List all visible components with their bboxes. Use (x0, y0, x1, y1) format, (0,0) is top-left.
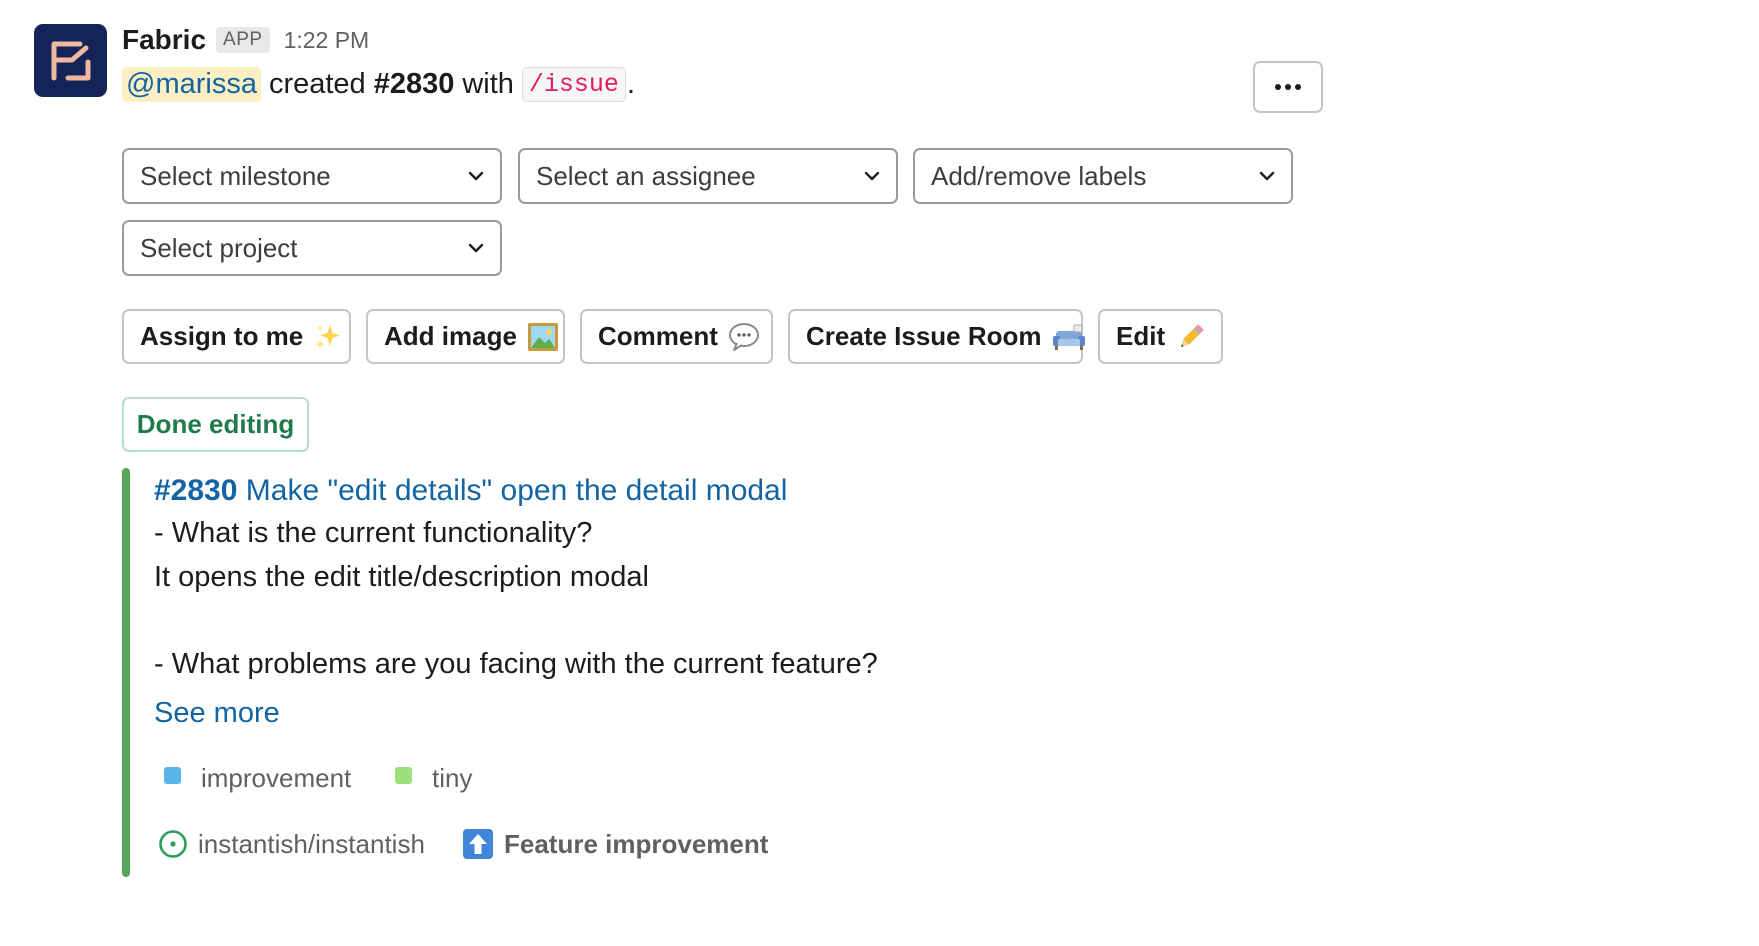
message-created-text: created (268, 67, 366, 100)
repo-name: instantish/instantish (198, 828, 425, 859)
issue-title-link[interactable]: #2830 Make "edit details" open the detai… (154, 474, 787, 508)
comment-button[interactable]: Comment (580, 309, 773, 364)
milestone-select[interactable]: Select milestone (122, 148, 502, 204)
comment-label: Comment (598, 321, 718, 351)
labels-select-label: Add/remove labels (931, 160, 1147, 191)
edit-button[interactable]: Edit (1098, 309, 1223, 364)
issue-label-name: tiny (432, 762, 473, 793)
chevron-down-icon (1259, 171, 1275, 181)
label-color-swatch (164, 766, 181, 784)
couch-icon (1052, 322, 1086, 352)
timestamp[interactable]: 1:22 PM (284, 27, 370, 54)
project-select-label: Select project (140, 232, 298, 263)
issue-body-line: It opens the edit title/description moda… (154, 561, 649, 593)
label-color-swatch (395, 766, 412, 784)
user-mention[interactable]: @marissa (122, 66, 261, 102)
issue-title-text: Make "edit details" open the detail moda… (245, 474, 788, 507)
more-actions-button[interactable] (1253, 61, 1323, 113)
issue-label: tiny (395, 760, 472, 796)
issue-type: Feature improvement (462, 825, 768, 863)
chevron-down-icon (864, 171, 880, 181)
message-with-text: with (462, 67, 514, 100)
assign-to-me-button[interactable]: Assign to me (122, 309, 351, 364)
assign-to-me-label: Assign to me (140, 321, 304, 351)
slash-command: /issue (521, 66, 626, 102)
issue-label: improvement (164, 760, 351, 796)
milestone-select-label: Select milestone (140, 160, 331, 191)
app-avatar[interactable] (34, 24, 107, 97)
edit-label: Edit (1116, 321, 1166, 351)
see-more-link[interactable]: See more (154, 697, 280, 730)
assignee-select[interactable]: Select an assignee (518, 148, 898, 204)
speech-balloon-icon (728, 322, 760, 352)
create-issue-room-label: Create Issue Room (806, 321, 1042, 351)
assignee-select-label: Select an assignee (536, 160, 756, 191)
repo-info: instantish/instantish (158, 825, 425, 863)
message-period: . (626, 67, 635, 100)
issue-type-label: Feature improvement (504, 828, 769, 859)
issue-body-line: - What is the current functionality? (154, 517, 593, 549)
done-editing-button[interactable]: Done editing (122, 397, 309, 452)
labels-select[interactable]: Add/remove labels (913, 148, 1293, 204)
pencil-icon (1175, 321, 1207, 353)
message-header: Fabric APP 1:22 PM (122, 20, 369, 60)
project-select[interactable]: Select project (122, 220, 502, 276)
issue-number: #2830 (154, 474, 238, 507)
create-issue-room-button[interactable]: Create Issue Room (788, 309, 1086, 364)
issue-body-line: - What problems are you facing with the … (154, 648, 878, 680)
chevron-down-icon (468, 243, 484, 253)
sparkles-icon (313, 322, 343, 352)
more-horizontal-icon (1275, 84, 1301, 90)
issue-open-icon (158, 829, 188, 859)
issue-reference: #2830 (373, 67, 455, 100)
fabric-logo-icon (51, 41, 90, 80)
issue-label-name: improvement (201, 762, 352, 793)
message-text: @marissa created #2830 with /issue . (122, 64, 635, 104)
chevron-down-icon (468, 171, 484, 181)
app-badge: APP (216, 27, 270, 53)
add-image-button[interactable]: Add image (366, 309, 565, 364)
framed-picture-icon (527, 322, 559, 352)
add-image-label: Add image (384, 321, 517, 351)
app-name[interactable]: Fabric (122, 24, 206, 56)
attachment-accent-bar (122, 468, 130, 877)
up-arrow-icon (462, 828, 494, 860)
